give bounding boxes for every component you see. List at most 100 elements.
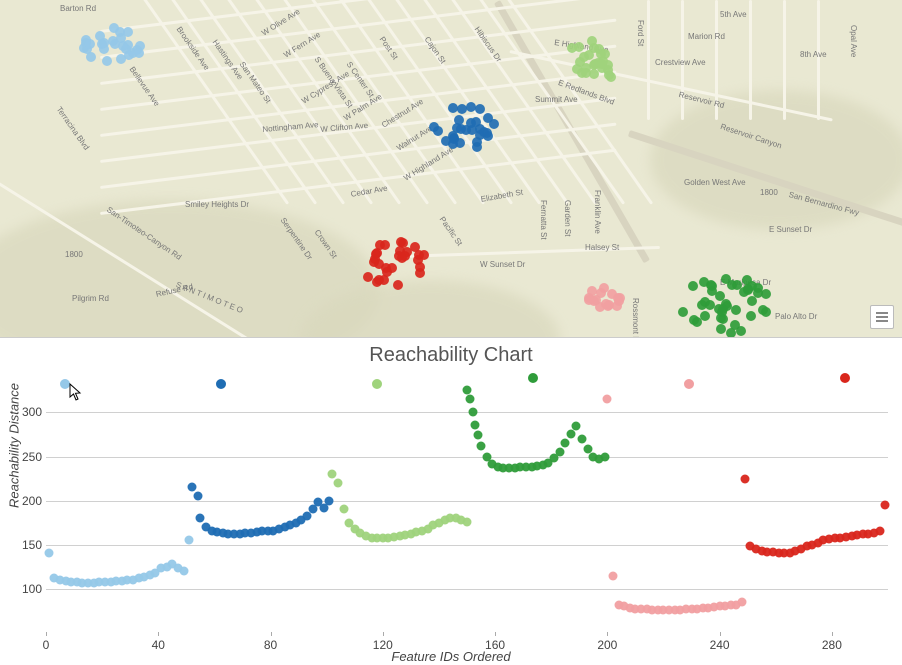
- map-cluster-point[interactable]: [85, 39, 95, 49]
- x-axis-tick: 40: [152, 638, 165, 652]
- map-cluster-point[interactable]: [597, 59, 607, 69]
- data-point[interactable]: [463, 386, 472, 395]
- x-axis-tick: 0: [43, 638, 50, 652]
- data-point[interactable]: [463, 517, 472, 526]
- y-axis-tick: 200: [14, 494, 42, 508]
- data-point[interactable]: [555, 448, 564, 457]
- legend-swatch[interactable]: [528, 373, 538, 383]
- data-point[interactable]: [325, 496, 334, 505]
- map-cluster-point[interactable]: [736, 326, 746, 336]
- map-road-label: 5th Ave: [720, 10, 747, 19]
- map-cluster-point[interactable]: [716, 313, 726, 323]
- map-cluster-point[interactable]: [457, 104, 467, 114]
- map-cluster-point[interactable]: [746, 311, 756, 321]
- map-cluster-point[interactable]: [134, 48, 144, 58]
- map-cluster-point[interactable]: [108, 36, 118, 46]
- plot-area[interactable]: [46, 386, 888, 624]
- map-cluster-point[interactable]: [574, 42, 584, 52]
- map-cluster-point[interactable]: [726, 328, 736, 338]
- map-road-label: Garden St: [563, 200, 572, 236]
- map-cluster-point[interactable]: [387, 263, 397, 273]
- map-road-label: 8th Ave: [800, 50, 827, 59]
- data-point[interactable]: [572, 421, 581, 430]
- map-cluster-point[interactable]: [372, 248, 382, 258]
- map-road-label: Rossmont Dr: [631, 298, 640, 338]
- data-point[interactable]: [474, 431, 483, 440]
- map-cluster-point[interactable]: [102, 56, 112, 66]
- map-cluster-point[interactable]: [393, 280, 403, 290]
- map-cluster-point[interactable]: [692, 317, 702, 327]
- map-cluster-point[interactable]: [739, 287, 749, 297]
- map-road-label: Franklin Ave: [593, 190, 602, 234]
- chart-legend: [0, 371, 902, 385]
- x-axis-tick: 280: [822, 638, 842, 652]
- data-point[interactable]: [740, 474, 749, 483]
- y-axis-tick: 300: [14, 405, 42, 419]
- map-road-label: Pacific St: [438, 215, 464, 247]
- map-options-button[interactable]: [870, 305, 894, 329]
- data-point[interactable]: [477, 441, 486, 450]
- map-cluster-point[interactable]: [479, 127, 489, 137]
- map-road-label: W Sunset Dr: [480, 260, 525, 269]
- chart-title: Reachability Chart: [0, 338, 902, 367]
- data-point[interactable]: [179, 567, 188, 576]
- data-point[interactable]: [196, 514, 205, 523]
- map-road-label: Ford St: [636, 20, 645, 46]
- data-point[interactable]: [600, 452, 609, 461]
- data-point[interactable]: [881, 501, 890, 510]
- data-point[interactable]: [566, 430, 575, 439]
- x-axis-tick: 160: [485, 638, 505, 652]
- data-point[interactable]: [578, 434, 587, 443]
- data-point[interactable]: [185, 536, 194, 545]
- map-road-label: Marion Rd: [688, 32, 725, 41]
- map-cluster-point[interactable]: [472, 142, 482, 152]
- legend-swatch[interactable]: [840, 373, 850, 383]
- chart-pane: Reachability Chart Reachability Distance…: [0, 338, 902, 665]
- map-pane[interactable]: Barton Rd5th Ave8th AveE Highland AveE R…: [0, 0, 902, 338]
- data-point[interactable]: [193, 492, 202, 501]
- map-cluster-point[interactable]: [581, 68, 591, 78]
- data-point[interactable]: [465, 395, 474, 404]
- data-point[interactable]: [471, 420, 480, 429]
- x-axis-tick: 200: [597, 638, 617, 652]
- map-road-label: Opal Ave: [849, 25, 858, 57]
- y-axis-tick: 150: [14, 538, 42, 552]
- data-point[interactable]: [44, 549, 53, 558]
- map-cluster-point[interactable]: [395, 246, 405, 256]
- map-road-label: Terracina Blvd: [55, 105, 91, 152]
- map-cluster-point[interactable]: [747, 296, 757, 306]
- map-cluster-point[interactable]: [600, 49, 610, 59]
- map-cluster-point[interactable]: [688, 281, 698, 291]
- data-point[interactable]: [187, 483, 196, 492]
- y-axis-label: Reachability Distance: [7, 383, 22, 508]
- map-cluster-point[interactable]: [678, 307, 688, 317]
- map-cluster-point[interactable]: [761, 307, 771, 317]
- map-road-label: Palo Alto Dr: [775, 312, 817, 321]
- x-axis-tick: 80: [264, 638, 277, 652]
- data-point[interactable]: [468, 408, 477, 417]
- map-cluster-point[interactable]: [721, 274, 731, 284]
- data-point[interactable]: [328, 470, 337, 479]
- data-point[interactable]: [608, 571, 617, 580]
- x-axis-tick: 240: [710, 638, 730, 652]
- data-point[interactable]: [738, 597, 747, 606]
- map-cluster-point[interactable]: [380, 240, 390, 250]
- x-axis-tick: 120: [373, 638, 393, 652]
- data-point[interactable]: [561, 439, 570, 448]
- data-point[interactable]: [603, 395, 612, 404]
- map-road-label: Barton Rd: [60, 4, 96, 13]
- map-cluster-point[interactable]: [731, 305, 741, 315]
- map-road-label: Fernatta St: [539, 200, 548, 240]
- data-point[interactable]: [875, 527, 884, 536]
- map-cluster-point[interactable]: [116, 54, 126, 64]
- map-cluster-point[interactable]: [714, 304, 724, 314]
- y-axis-tick: 250: [14, 450, 42, 464]
- data-point[interactable]: [339, 505, 348, 514]
- map-cluster-point[interactable]: [596, 288, 606, 298]
- map-cluster-point[interactable]: [433, 126, 443, 136]
- map-cluster-point[interactable]: [716, 324, 726, 334]
- map-cluster-point[interactable]: [589, 69, 599, 79]
- map-cluster-point[interactable]: [483, 113, 493, 123]
- y-axis-tick: 100: [14, 582, 42, 596]
- data-point[interactable]: [333, 478, 342, 487]
